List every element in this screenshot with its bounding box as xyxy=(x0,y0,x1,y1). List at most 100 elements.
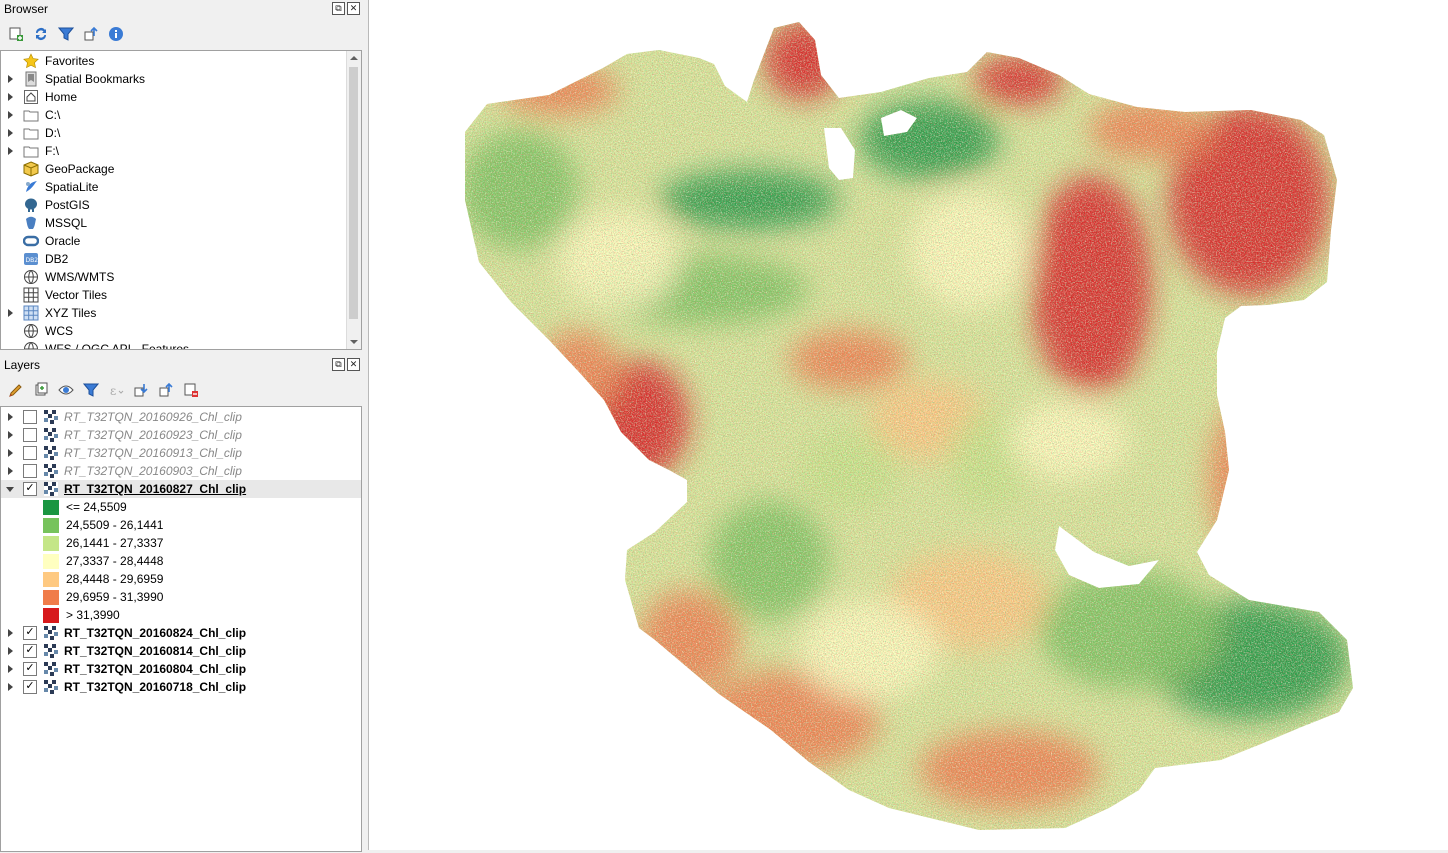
browser-item[interactable]: WMS/WMTS xyxy=(1,268,361,286)
expand-arrow-icon[interactable] xyxy=(5,124,15,142)
browser-item[interactable]: MSSQL xyxy=(1,214,361,232)
geopackage-icon xyxy=(23,161,39,177)
expand-arrow-icon[interactable] xyxy=(5,408,15,426)
layer-item[interactable]: RT_T32TQN_20160913_Chl_clip xyxy=(1,444,361,462)
browser-item[interactable]: F:\ xyxy=(1,142,361,160)
layer-visibility-checkbox[interactable]: ✓ xyxy=(23,644,37,658)
browser-item[interactable]: Spatial Bookmarks xyxy=(1,70,361,88)
expand-arrow-icon[interactable] xyxy=(5,142,15,160)
tiles-icon xyxy=(23,305,39,321)
browser-dock-buttons: ⧉ ✕ xyxy=(332,2,360,15)
legend-label: 29,6959 - 31,3990 xyxy=(66,590,164,604)
float-button[interactable]: ⧉ xyxy=(332,2,345,15)
layer-item[interactable]: ✓ RT_T32TQN_20160824_Chl_clip xyxy=(1,624,361,642)
raster-layer-icon xyxy=(44,626,64,640)
layer-visibility-checkbox[interactable] xyxy=(23,428,37,442)
expand-arrow-icon xyxy=(5,286,15,304)
expand-arrow-icon[interactable] xyxy=(5,106,15,124)
layer-name: RT_T32TQN_20160827_Chl_clip xyxy=(64,482,247,496)
refresh-icon[interactable] xyxy=(31,24,51,44)
layer-item[interactable]: ✓ RT_T32TQN_20160718_Chl_clip xyxy=(1,678,361,696)
layer-item[interactable]: RT_T32TQN_20160903_Chl_clip xyxy=(1,462,361,480)
browser-tree[interactable]: Favorites Spatial Bookmarks Home C:\ D:\ F:\ G… xyxy=(0,50,362,350)
browser-item-label: WCS xyxy=(45,324,73,338)
layers-tree[interactable]: RT_T32TQN_20160926_Chl_clip RT_T32TQN_201… xyxy=(0,406,362,852)
layer-visibility-checkbox[interactable] xyxy=(23,464,37,478)
expand-arrow-icon[interactable] xyxy=(5,624,15,642)
browser-item[interactable]: DB2 DB2 xyxy=(1,250,361,268)
add-layer-icon[interactable] xyxy=(6,24,26,44)
browser-item[interactable]: WCS xyxy=(1,322,361,340)
browser-item[interactable]: C:\ xyxy=(1,106,361,124)
add-group-icon[interactable] xyxy=(31,380,51,400)
browser-item[interactable]: WFS / OGC API - Features xyxy=(1,340,361,349)
home-icon xyxy=(23,89,39,105)
layer-item[interactable]: ✓ RT_T32TQN_20160827_Chl_clip xyxy=(1,480,361,498)
layer-item[interactable]: ✓ RT_T32TQN_20160814_Chl_clip xyxy=(1,642,361,660)
layer-visibility-checkbox[interactable]: ✓ xyxy=(23,626,37,640)
postgis-icon xyxy=(23,197,39,213)
expand-arrow-icon[interactable] xyxy=(5,88,15,106)
expand-arrow-icon[interactable] xyxy=(5,462,15,480)
map-canvas[interactable] xyxy=(368,0,1448,850)
svg-text:DB2: DB2 xyxy=(26,257,39,264)
browser-item[interactable]: GeoPackage xyxy=(1,160,361,178)
folder-icon xyxy=(23,125,39,141)
expand-arrow-icon[interactable] xyxy=(5,70,15,88)
browser-item[interactable]: Home xyxy=(1,88,361,106)
svg-text:ε: ε xyxy=(110,384,116,398)
legend-entry: 28,4448 - 29,6959 xyxy=(43,570,163,588)
visibility-eye-icon[interactable] xyxy=(56,380,76,400)
legend-label: 28,4448 - 29,6959 xyxy=(66,572,164,586)
browser-item[interactable]: D:\ xyxy=(1,124,361,142)
chlorophyll-raster-map xyxy=(465,22,1353,830)
expand-arrow-icon xyxy=(5,250,15,268)
expand-arrow-icon xyxy=(5,340,15,349)
browser-item[interactable]: XYZ Tiles xyxy=(1,304,361,322)
layer-item[interactable]: RT_T32TQN_20160926_Chl_clip xyxy=(1,408,361,426)
expand-all-icon[interactable] xyxy=(131,380,151,400)
browser-item[interactable]: Vector Tiles xyxy=(1,286,361,304)
layer-item[interactable]: ✓ RT_T32TQN_20160804_Chl_clip xyxy=(1,660,361,678)
expand-arrow-icon[interactable] xyxy=(5,642,15,660)
expand-arrow-icon xyxy=(5,178,15,196)
expand-arrow-icon[interactable] xyxy=(5,480,15,498)
expand-arrow-icon xyxy=(5,214,15,232)
info-icon[interactable] xyxy=(106,24,126,44)
legend-label: <= 24,5509 xyxy=(66,500,127,514)
browser-item[interactable]: PostGIS xyxy=(1,196,361,214)
layer-visibility-checkbox[interactable]: ✓ xyxy=(23,680,37,694)
remove-layer-icon[interactable] xyxy=(181,380,201,400)
filter-legend-icon[interactable] xyxy=(81,380,101,400)
raster-layer-icon xyxy=(44,446,64,460)
browser-item[interactable]: Favorites xyxy=(1,52,361,70)
browser-item-label: WMS/WMTS xyxy=(45,270,115,284)
layer-visibility-checkbox[interactable]: ✓ xyxy=(23,662,37,676)
expand-arrow-icon[interactable] xyxy=(5,304,15,322)
collapse-all-icon[interactable] xyxy=(81,24,101,44)
layer-item[interactable]: RT_T32TQN_20160923_Chl_clip xyxy=(1,426,361,444)
browser-panel: Browser ⧉ ✕ Favorites Spatial Bookmarks Ho… xyxy=(0,0,362,352)
expression-filter-icon[interactable]: ε xyxy=(106,380,126,400)
expand-arrow-icon[interactable] xyxy=(5,444,15,462)
browser-item-label: XYZ Tiles xyxy=(45,306,97,320)
browser-item[interactable]: SpatiaLite xyxy=(1,178,361,196)
close-button[interactable]: ✕ xyxy=(347,2,360,15)
layer-visibility-checkbox[interactable] xyxy=(23,410,37,424)
oracle-icon xyxy=(23,233,39,249)
browser-item[interactable]: Oracle xyxy=(1,232,361,250)
layer-visibility-checkbox[interactable]: ✓ xyxy=(23,482,37,496)
close-button[interactable]: ✕ xyxy=(347,358,360,371)
expand-arrow-icon[interactable] xyxy=(5,678,15,696)
expand-arrow-icon xyxy=(5,232,15,250)
layer-visibility-checkbox[interactable] xyxy=(23,446,37,460)
legend-label: 26,1441 - 27,3337 xyxy=(66,536,164,550)
style-brush-icon[interactable] xyxy=(6,380,26,400)
filter-icon[interactable] xyxy=(56,24,76,44)
expand-arrow-icon[interactable] xyxy=(5,426,15,444)
layers-title: Layers xyxy=(4,358,41,372)
spatialite-icon xyxy=(23,179,39,195)
expand-arrow-icon[interactable] xyxy=(5,660,15,678)
float-button[interactable]: ⧉ xyxy=(332,358,345,371)
collapse-all-icon[interactable] xyxy=(156,380,176,400)
